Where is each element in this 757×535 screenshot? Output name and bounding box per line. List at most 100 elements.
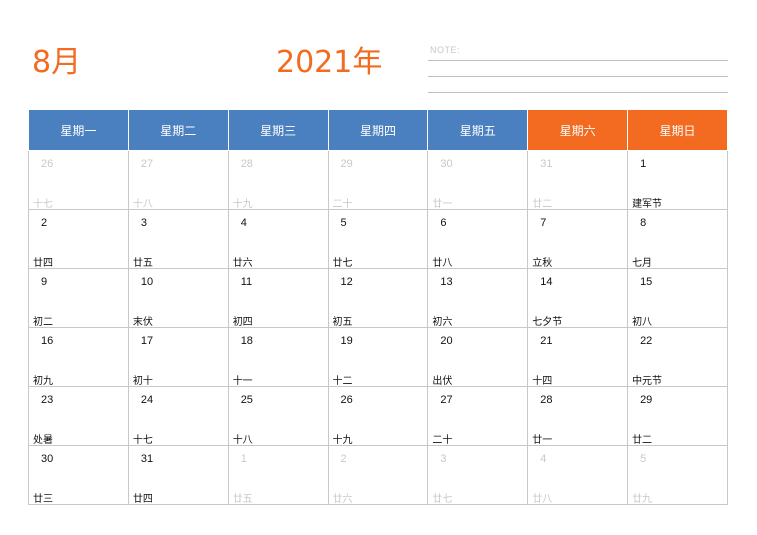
lunar-date: 初二 [33, 317, 53, 328]
day-number: 31 [140, 453, 154, 465]
day-cell: 25 十八 [227, 386, 329, 446]
day-cell: 21 十四 [527, 327, 629, 387]
lunar-date: 廿四 [33, 258, 53, 269]
day-cell: 13 初六 [427, 268, 529, 328]
lunar-date: 廿六 [232, 258, 253, 269]
day-cell: 18 十一 [227, 327, 329, 387]
calendar-grid: 星期一 星期二 星期三 星期四 星期五 星期六 星期日 26 十七 27 十八 28 十九 29 二十 30… [28, 109, 728, 505]
lunar-date: 二十 [432, 435, 453, 446]
day-cell: 29 廿二 [627, 386, 728, 446]
day-number: 8 [640, 217, 647, 229]
day-cell: 26 十九 [327, 386, 429, 446]
day-number: 20 [440, 335, 453, 347]
day-cell: 10 末伏 [127, 268, 229, 328]
lunar-date: 处暑 [33, 435, 53, 446]
lunar-date: 廿六 [332, 494, 353, 505]
day-number: 26 [41, 158, 54, 170]
lunar-date: 廿七 [332, 258, 353, 269]
lunar-date: 十二 [332, 376, 353, 387]
day-number: 12 [340, 276, 353, 288]
lunar-date: 七夕节 [532, 317, 563, 328]
lunar-date: 廿八 [532, 494, 553, 505]
day-number: 17 [140, 335, 154, 347]
day-cell: 30 廿一 [427, 150, 529, 210]
lunar-date: 中元节 [632, 376, 663, 387]
lunar-date: 建军节 [632, 199, 663, 210]
day-number: 28 [240, 158, 253, 170]
lunar-date: 十一 [232, 376, 253, 387]
lunar-date: 十四 [532, 376, 553, 387]
day-number: 26 [340, 394, 353, 406]
day-cell: 17 初十 [127, 327, 229, 387]
lunar-date: 廿四 [132, 494, 153, 505]
day-cell: 15 初八 [627, 268, 728, 328]
day-number: 7 [540, 217, 547, 229]
day-cell: 28 十九 [227, 150, 329, 210]
day-number: 11 [240, 276, 253, 288]
lunar-date: 末伏 [132, 317, 153, 328]
day-number: 21 [540, 335, 553, 347]
day-number: 28 [540, 394, 553, 406]
day-cell: 29 二十 [327, 150, 429, 210]
day-number: 2 [41, 217, 48, 229]
weekday-header: 星期六 [527, 109, 629, 151]
calendar-body: 26 十七 27 十八 28 十九 29 二十 30 廿一 31 廿二 1 建军节 2 廿四 3 廿五 4 廿六 5 廿七… [28, 150, 728, 505]
day-cell: 2 廿四 [28, 209, 129, 269]
day-cell: 19 十二 [327, 327, 429, 387]
week-row: 16 初九 17 初十 18 十一 19 十二 20 出伏 21 十四 22 中元节 [28, 327, 728, 387]
day-number: 23 [41, 394, 54, 406]
day-number: 5 [340, 217, 347, 229]
lunar-date: 廿三 [33, 494, 53, 505]
lunar-date: 廿九 [632, 494, 653, 505]
day-cell: 1 建军节 [627, 150, 728, 210]
weekday-header: 星期五 [427, 109, 529, 151]
day-number: 3 [140, 217, 147, 229]
day-number: 3 [440, 453, 447, 465]
lunar-date: 十八 [132, 199, 153, 210]
weekday-header: 星期一 [28, 109, 129, 151]
lunar-date: 十七 [33, 199, 53, 210]
day-number: 2 [340, 453, 347, 465]
day-cell: 16 初九 [28, 327, 129, 387]
day-cell: 5 廿七 [327, 209, 429, 269]
day-number: 27 [440, 394, 453, 406]
lunar-date: 十八 [232, 435, 253, 446]
day-cell: 2 廿六 [327, 445, 429, 505]
day-cell: 4 廿六 [227, 209, 329, 269]
day-number: 27 [140, 158, 154, 170]
day-cell: 1 廿五 [227, 445, 329, 505]
day-cell: 5 廿九 [627, 445, 728, 505]
day-number: 29 [640, 394, 653, 406]
day-number: 1 [240, 453, 247, 465]
lunar-date: 十九 [332, 435, 353, 446]
lunar-date: 廿二 [532, 199, 553, 210]
lunar-date: 廿一 [532, 435, 553, 446]
day-number: 15 [640, 276, 653, 288]
week-row: 30 廿三 31 廿四 1 廿五 2 廿六 3 廿七 4 廿八 5 廿九 [28, 445, 728, 505]
month-title: 8月 [32, 45, 82, 80]
day-cell: 27 二十 [427, 386, 529, 446]
day-cell: 4 廿八 [527, 445, 629, 505]
weekday-header: 星期日 [627, 109, 728, 151]
day-number: 1 [640, 158, 647, 170]
day-number: 18 [240, 335, 253, 347]
day-number: 9 [41, 276, 48, 288]
week-row: 23 处暑 24 十七 25 十八 26 十九 27 二十 28 廿一 29 廿二 [28, 386, 728, 446]
lunar-date: 十九 [232, 199, 253, 210]
weekday-header: 星期三 [227, 109, 329, 151]
day-cell: 22 中元节 [627, 327, 728, 387]
day-number: 5 [640, 453, 647, 465]
day-cell: 9 初二 [28, 268, 129, 328]
day-cell: 28 廿一 [527, 386, 629, 446]
day-number: 6 [440, 217, 447, 229]
week-row: 2 廿四 3 廿五 4 廿六 5 廿七 6 廿八 7 立秋 8 七月 [28, 209, 728, 269]
lunar-date: 初四 [232, 317, 253, 328]
day-cell: 31 廿四 [127, 445, 229, 505]
day-number: 4 [540, 453, 547, 465]
day-number: 4 [240, 217, 247, 229]
lunar-date: 廿五 [232, 494, 253, 505]
lunar-date: 廿七 [432, 494, 453, 505]
weekday-header-row: 星期一 星期二 星期三 星期四 星期五 星期六 星期日 [28, 109, 728, 151]
day-cell: 30 廿三 [28, 445, 129, 505]
lunar-date: 初八 [632, 317, 653, 328]
